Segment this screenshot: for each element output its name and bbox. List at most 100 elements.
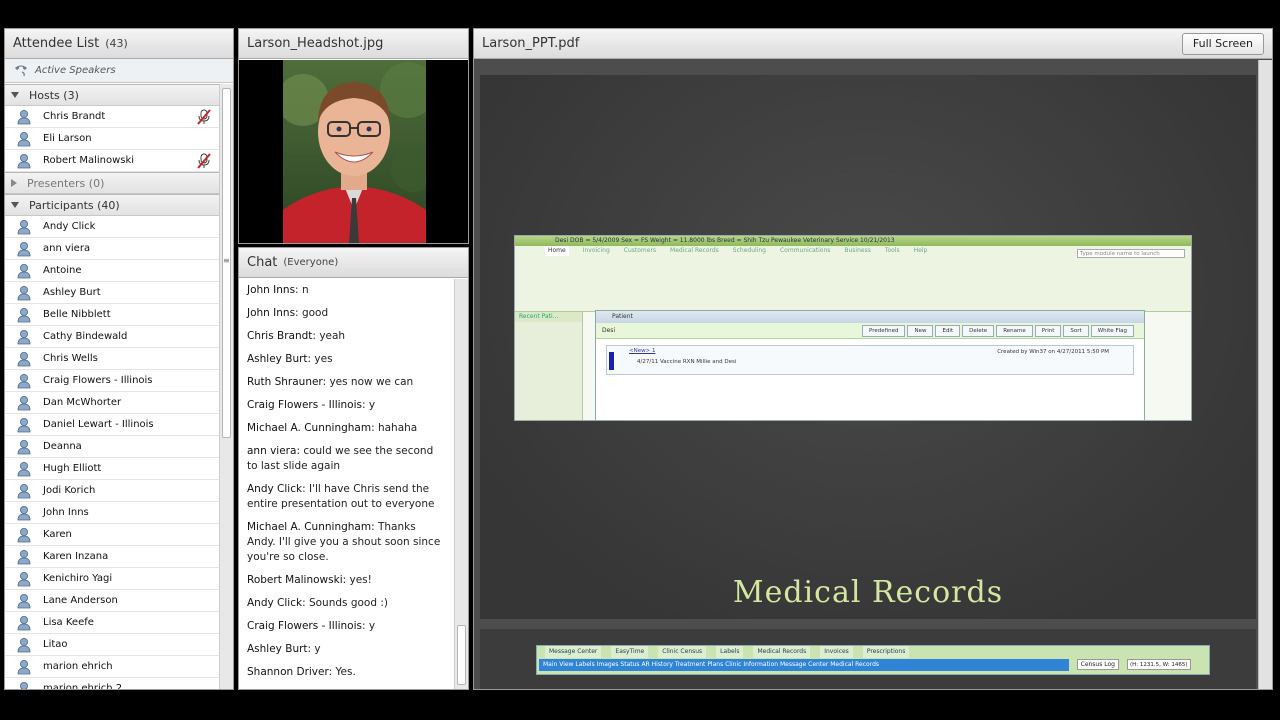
chat-pod: Chat (Everyone) John Inns: n John Inns: g… (238, 247, 469, 690)
chat-sender: John Inns (247, 284, 296, 296)
participant-row[interactable]: John Inns (5, 502, 221, 524)
presenters-group-header[interactable]: Presenters (0) (5, 172, 221, 194)
participant-row[interactable]: Deanna (5, 436, 221, 458)
flag-bar (609, 352, 614, 370)
attendee-name: Daniel Lewart - Illinois (43, 419, 154, 430)
chat-text: Sounds good :) (308, 597, 388, 609)
attendee-name: Antoine (43, 265, 82, 276)
participant-row[interactable]: Hugh Elliott (5, 458, 221, 480)
embedded-dialog-bar: Desi Predefined New Edit Delete Rename Print S… (596, 323, 1144, 339)
participant-row[interactable]: Chris Wells (5, 348, 221, 370)
document-scrollbar[interactable] (1258, 60, 1272, 689)
portrait-image (283, 60, 426, 243)
embedded-dialog-title: Patient (596, 311, 1144, 323)
embedded-nav-tab: Message Center (545, 646, 602, 658)
person-icon (17, 549, 31, 564)
participants-group-header[interactable]: Participants (40) (5, 194, 221, 216)
embedded-tab: Home (545, 246, 569, 256)
chat-sender: Michael A. Cunningham (247, 521, 372, 533)
participant-row[interactable]: marion ehrich 2 (5, 678, 221, 689)
participant-row[interactable]: Lane Anderson (5, 590, 221, 612)
chat-text: n (301, 284, 309, 296)
scrollbar-thumb[interactable] (457, 625, 466, 685)
participant-row[interactable]: Daniel Lewart - Illinois (5, 414, 221, 436)
participant-row[interactable]: Andy Click (5, 216, 221, 238)
chat-message: ann viera: could we see the second to la… (247, 444, 446, 474)
chat-text: yeah (319, 330, 346, 342)
embedded-note-created: Created by Win37 on 4/27/2011 5:50 PM (997, 349, 1109, 355)
headshot-title: Larson_Headshot.jpg (247, 36, 384, 51)
person-icon (17, 505, 31, 520)
attendee-name: marion ehrich (43, 661, 113, 672)
embedded-tab: Communications (779, 247, 831, 254)
participant-row[interactable]: Cathy Bindewald (5, 326, 221, 348)
attendee-name: Kenichiro Yagi (43, 573, 113, 584)
host-row[interactable]: Eli Larson (5, 128, 221, 150)
participant-row[interactable]: Dan McWhorter (5, 392, 221, 414)
chat-colon: : (342, 574, 350, 586)
person-icon (17, 659, 31, 674)
participant-row[interactable]: Craig Flowers - Illinois (5, 370, 221, 392)
chevron-right-icon (11, 179, 17, 187)
embedded-nav-bluebar: Main View Labels Images Status AR Histor… (539, 659, 1069, 671)
person-icon (17, 263, 31, 278)
scrollbar-grip-icon: ≡ (223, 256, 230, 265)
chat-text: y (368, 399, 376, 411)
chat-sender: Craig Flowers - Illinois (247, 620, 362, 632)
attendee-name: Craig Flowers - Illinois (43, 375, 153, 386)
embedded-census-log: Census Log (1076, 659, 1119, 670)
hosts-group-header[interactable]: Hosts (3) (5, 84, 221, 106)
person-icon (17, 637, 31, 652)
chat-message: John Inns: n (247, 283, 446, 298)
chat-scrollbar[interactable] (454, 279, 468, 689)
chat-text: yes! (349, 574, 372, 586)
participants-group-label: Participants (40) (29, 198, 120, 212)
document-header: Larson_PPT.pdf Full Screen (474, 29, 1272, 59)
chat-message: Shannon Driver: Yes. (247, 665, 446, 680)
attendee-name: Robert Malinowski (43, 155, 135, 166)
embedded-tab: Medical Records (670, 247, 719, 254)
host-row[interactable]: Chris Brandt (5, 106, 221, 128)
attendee-name: Eli Larson (43, 133, 92, 144)
attendee-name: Karen (43, 529, 72, 540)
document-title: Larson_PPT.pdf (482, 36, 580, 51)
chat-text: y (314, 643, 321, 655)
chevron-down-icon (11, 202, 19, 208)
embedded-dialog-button: Sort (1063, 325, 1089, 337)
chat-scope[interactable]: (Everyone) (283, 257, 338, 268)
chat-sender: Andy Click (247, 483, 303, 495)
participant-row[interactable]: ann viera (5, 238, 221, 260)
attendee-name: Andy Click (43, 221, 96, 232)
embedded-dialog-name: Desi (602, 327, 616, 334)
embedded-app-screenshot: Desi DOB = 5/4/2009 Sex = FS Weight = 11… (514, 235, 1192, 421)
participant-row[interactable]: Litao (5, 634, 221, 656)
embedded-dialog-button: Print (1034, 325, 1062, 337)
participant-row[interactable]: Belle Nibblett (5, 304, 221, 326)
attendee-scrollbar[interactable]: ≡ (219, 84, 233, 689)
participant-row[interactable]: Lisa Keefe (5, 612, 221, 634)
participant-row[interactable]: marion ehrich (5, 656, 221, 678)
active-speakers-bar[interactable]: Active Speakers (5, 59, 233, 83)
full-screen-button[interactable]: Full Screen (1181, 32, 1264, 55)
participant-row[interactable]: Kenichiro Yagi (5, 568, 221, 590)
attendee-name: Chris Brandt (43, 111, 106, 122)
chat-sender: Shannon Driver (247, 666, 329, 678)
embedded-nav-tab: Labels (716, 646, 744, 658)
host-row[interactable]: Robert Malinowski (5, 150, 221, 172)
participant-row[interactable]: Ashley Burt (5, 282, 221, 304)
person-icon (17, 593, 31, 608)
person-icon (17, 395, 31, 410)
embedded-dialog-button: Delete (962, 325, 995, 337)
person-icon (17, 241, 31, 256)
document-pod: Larson_PPT.pdf Full Screen Desi DOB = 5/… (473, 28, 1273, 690)
participant-row[interactable]: Karen Inzana (5, 546, 221, 568)
chat-message: Robert Malinowski: yes! (247, 573, 446, 588)
person-icon (17, 285, 31, 300)
participant-row[interactable]: Antoine (5, 260, 221, 282)
chat-colon: : (295, 284, 302, 296)
person-icon (17, 439, 31, 454)
chat-colon: : (362, 399, 369, 411)
person-icon (17, 527, 31, 542)
participant-row[interactable]: Karen (5, 524, 221, 546)
participant-row[interactable]: Jodi Korich (5, 480, 221, 502)
